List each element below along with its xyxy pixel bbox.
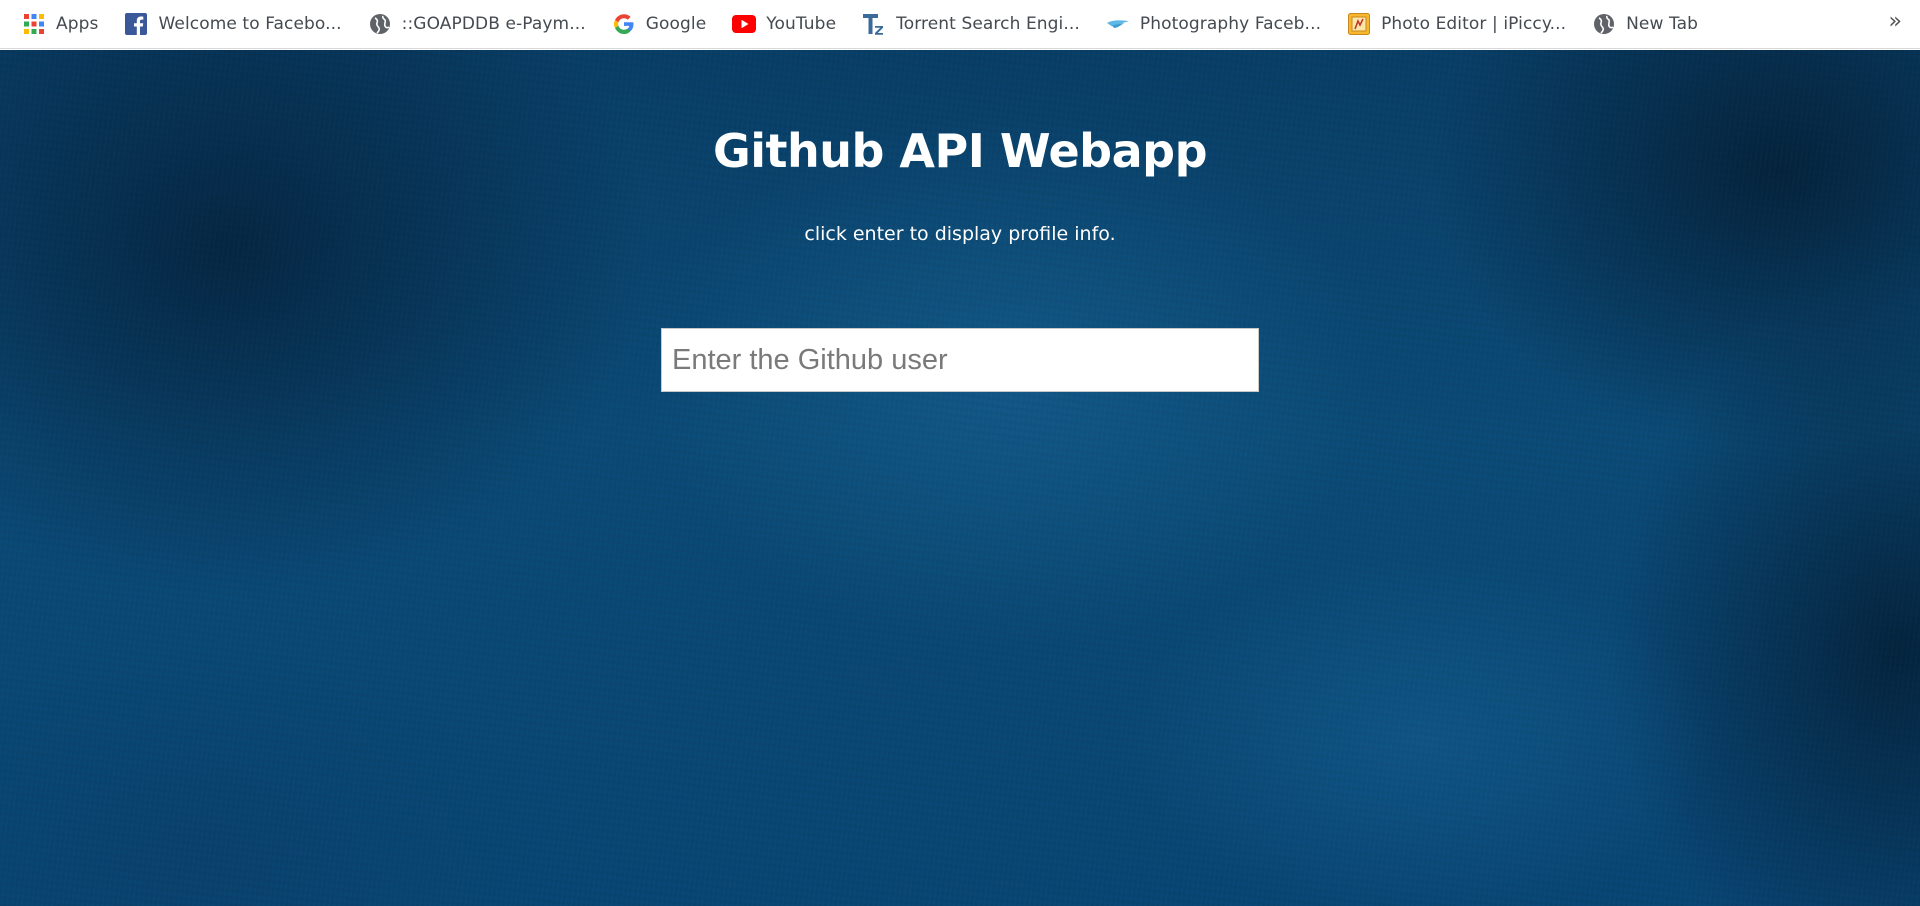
github-user-search-input[interactable] <box>661 328 1259 392</box>
youtube-icon <box>732 12 757 36</box>
torrentz-icon <box>862 12 886 36</box>
bookmark-photo-editor[interactable]: Photo Editor | iPiccy... <box>1345 8 1576 40</box>
bookmark-photography-facebook[interactable]: Photography Faceb... <box>1104 8 1331 40</box>
bookmark-label: Torrent Search Engi... <box>896 14 1080 34</box>
bookmark-label: ::GOAPDDB e-Paym... <box>401 14 586 34</box>
bookmark-new-tab[interactable]: New Tab <box>1590 8 1708 40</box>
bookmark-label: Photo Editor | iPiccy... <box>1381 14 1567 34</box>
bookmark-apps[interactable]: Apps <box>20 8 108 40</box>
bookmark-google[interactable]: Google <box>610 8 717 40</box>
bookmark-label: Welcome to Facebo... <box>158 14 342 34</box>
bookmark-label: Photography Faceb... <box>1139 14 1322 34</box>
bookmark-goapddb[interactable]: ::GOAPDDB e-Paym... <box>366 8 596 40</box>
page-subtitle: click enter to display profile info. <box>804 223 1116 245</box>
page-title: Github API Webapp <box>712 124 1208 178</box>
globe-icon <box>1592 12 1616 36</box>
photography-wing-icon <box>1106 12 1130 36</box>
bookmark-youtube[interactable]: YouTube <box>730 8 846 40</box>
bookmark-label: New Tab <box>1626 14 1699 34</box>
page-content: Github API Webapp click enter to display… <box>0 50 1920 906</box>
background-texture <box>0 50 1920 906</box>
apps-grid-icon <box>22 12 46 36</box>
globe-icon <box>368 12 392 36</box>
photo-editor-icon <box>1347 12 1371 36</box>
bookmarks-bar: Apps Welcome to Facebo... ::GOAPDDB e-Pa… <box>0 0 1920 49</box>
bookmark-torrent-search[interactable]: Torrent Search Engi... <box>860 8 1090 40</box>
bookmarks-overflow-chevron-icon[interactable]: » <box>1889 8 1902 36</box>
bookmark-label: YouTube <box>766 14 837 34</box>
google-icon <box>612 12 636 36</box>
facebook-icon <box>124 12 148 36</box>
bookmark-label: Apps <box>56 14 99 34</box>
bookmark-facebook[interactable]: Welcome to Facebo... <box>122 8 351 40</box>
bookmark-label: Google <box>645 14 707 34</box>
